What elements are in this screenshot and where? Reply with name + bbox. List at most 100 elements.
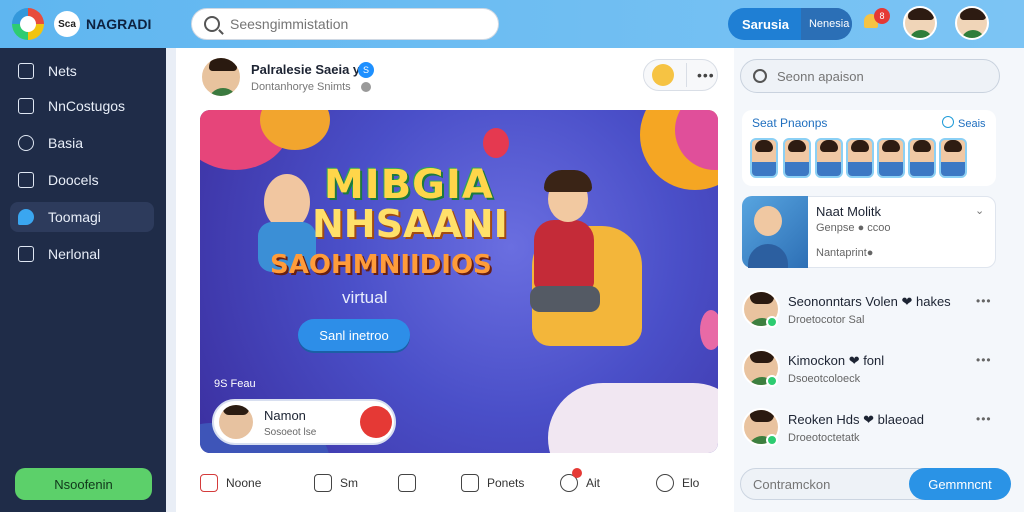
comment-input[interactable] (753, 477, 903, 492)
banner-tag: 9S Feau (214, 378, 256, 390)
sidebar-item-label: Nets (48, 63, 77, 79)
more-icon[interactable]: ••• (697, 67, 715, 83)
story-thumbnail[interactable] (877, 138, 905, 178)
square-icon (18, 63, 34, 79)
post-author-avatar[interactable] (200, 56, 242, 98)
home-action[interactable]: Noone (200, 474, 261, 492)
emoji-icon[interactable] (652, 64, 674, 86)
sidebar-item-label: Toomagi (48, 209, 101, 225)
globe-icon (361, 82, 371, 92)
friend-status: Droetocotor Sal (788, 314, 865, 326)
right-search-input[interactable] (777, 68, 977, 84)
featured-thumbnail[interactable] (742, 196, 808, 268)
character-body (534, 220, 594, 290)
sidebar-item-label: Basia (48, 135, 84, 151)
stories-title: Seat Pnaonps (752, 116, 828, 130)
share-icon (314, 474, 332, 492)
action-label: Elo (682, 476, 700, 490)
post-action-bar: Noone Sm Ponets Ait Elo (176, 460, 734, 506)
share-action[interactable]: Sm (314, 474, 358, 492)
more-icon[interactable]: ••• (976, 412, 992, 426)
search-icon (753, 69, 767, 83)
friend-item[interactable]: Reoken Hds ❤ blaeoad Droeotoctetatk ••• (742, 408, 996, 452)
friend-item[interactable]: Seononntars Volen ❤ hakes Droetocotor Sa… (742, 290, 996, 334)
notification-bell-icon[interactable]: 8 (864, 8, 890, 32)
link-icon (18, 135, 34, 151)
sidebar-item-basia[interactable]: Basia (10, 128, 154, 158)
more-icon[interactable]: ••• (976, 353, 992, 367)
home-icon (200, 474, 218, 492)
post-options[interactable]: ••• (643, 59, 718, 91)
left-sidebar: Nets NnCostugos Basia Doocels Toomagi Ne… (0, 48, 166, 512)
sidebar-item-costugos[interactable]: NnCostugos (10, 91, 154, 121)
friend-name: Kimockon ❤ fonl (788, 353, 885, 368)
app-logo-icon[interactable] (12, 8, 44, 40)
action-label: Sm (340, 476, 358, 490)
chevron-down-icon[interactable]: ⌄ (975, 204, 984, 217)
friend-name: Seononntars Volen ❤ hakes (788, 294, 951, 309)
sidebar-bottom-button[interactable]: Nsoofenin (15, 468, 152, 500)
post-banner-image[interactable]: MIBGIA NHSAANI SAOHMNIIDIOS virtual Sanl… (200, 110, 718, 453)
featured-line2: Nantaprint● (816, 247, 874, 259)
friend-status: Dsoeotcoloeck (788, 373, 861, 385)
story-thumbnail[interactable] (750, 138, 778, 178)
primary-button-label[interactable]: Sarusia (728, 8, 801, 40)
online-status-icon (766, 316, 778, 328)
divider (686, 63, 687, 87)
balloon-shape (483, 128, 509, 158)
balloon-shape (700, 310, 718, 350)
sidebar-item-nets[interactable]: Nets (10, 56, 154, 86)
comment-submit-button[interactable]: Gemmncnt (909, 468, 1011, 500)
chat-action[interactable] (398, 474, 424, 492)
avatar (219, 405, 253, 439)
more-icon[interactable]: ••• (976, 294, 992, 308)
action-label: Noone (226, 476, 262, 490)
account-avatar[interactable] (955, 6, 989, 40)
secondary-button-label[interactable]: Nenesia (800, 8, 852, 40)
bird-icon (18, 209, 34, 225)
post-author-name[interactable]: Palralesie Saeia y (251, 62, 360, 77)
top-search-input[interactable] (230, 16, 490, 32)
points-action[interactable]: Ponets (461, 474, 524, 492)
mini-card-status: Sosoeot lse (264, 427, 317, 438)
story-thumbnail[interactable] (846, 138, 874, 178)
like-badge (572, 468, 582, 478)
story-thumbnail[interactable] (815, 138, 843, 178)
live-icon[interactable] (360, 406, 392, 438)
banner-title-line3: SAOHMNIIDIOS (270, 250, 492, 280)
friend-item[interactable]: Kimockon ❤ fonl Dsoeotcoloeck ••• (742, 349, 996, 393)
stories-see-all-link[interactable]: Seais (942, 116, 986, 130)
header-action-button[interactable]: Sarusia Nenesia (728, 8, 852, 40)
banner-title-line2: NHSAANI (312, 202, 508, 246)
sidebar-item-toomagi[interactable]: Toomagi (10, 202, 154, 232)
story-thumbnail[interactable] (939, 138, 967, 178)
sidebar-item-doocels[interactable]: Doocels (10, 165, 154, 195)
post-subtitle: Dontanhorye Snimts (251, 81, 351, 93)
right-search-bar[interactable] (740, 59, 1000, 93)
sidebar-item-nerlonal[interactable]: Nerlonal (10, 239, 154, 269)
story-thumbnail[interactable] (908, 138, 936, 178)
mini-card-name: Namon (264, 408, 306, 423)
verified-icon: S (358, 62, 374, 78)
info-action[interactable]: Elo (656, 474, 699, 492)
sidebar-item-label: NnCostugos (48, 98, 126, 114)
live-mini-card[interactable]: Namon Sosoeot lse (212, 399, 396, 445)
profile-avatar[interactable] (903, 6, 937, 40)
edit-icon (18, 98, 34, 114)
action-label: Ait (586, 476, 601, 490)
sidebar-item-label: Doocels (48, 172, 99, 188)
banner-cta-button[interactable]: Sanl inetroo (298, 319, 410, 351)
top-search-bar[interactable] (191, 8, 499, 40)
featured-title: Naat Molitk (816, 204, 882, 219)
brand-name: NAGRADI (86, 16, 152, 32)
action-label: Ponets (487, 476, 525, 490)
friend-status: Droeotoctetatk (788, 432, 860, 444)
chat-icon (398, 474, 416, 492)
document-icon (18, 172, 34, 188)
info-icon (656, 474, 674, 492)
story-thumbnail[interactable] (783, 138, 811, 178)
search-icon (204, 16, 220, 32)
banner-subtitle: virtual (342, 288, 388, 307)
like-action[interactable]: Ait (560, 468, 601, 492)
character-hair (544, 170, 592, 192)
